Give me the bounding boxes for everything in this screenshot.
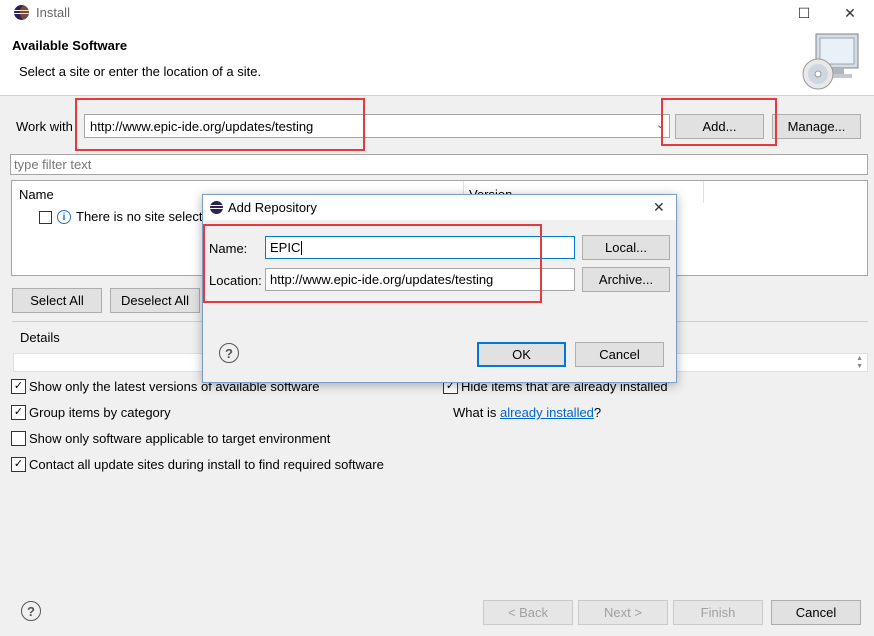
column-divider	[703, 181, 704, 203]
archive-button[interactable]: Archive...	[582, 267, 670, 292]
dialog-close-icon[interactable]: ✕	[653, 199, 665, 216]
details-label: Details	[20, 330, 60, 345]
ok-button[interactable]: OK	[477, 342, 566, 367]
page-title: Available Software	[12, 38, 128, 53]
add-repository-dialog: Add Repository ✕ Name: EPIC Local... Loc…	[202, 194, 677, 383]
dialog-cancel-button[interactable]: Cancel	[575, 342, 664, 367]
scroll-down-icon[interactable]: ▼	[856, 363, 863, 370]
checkbox-applicable[interactable]	[11, 431, 26, 446]
filter-placeholder: type filter text	[14, 157, 92, 172]
option-label: Show only software applicable to target …	[29, 431, 331, 446]
already-installed-link[interactable]: already installed	[500, 405, 594, 420]
what-is-text: What is	[453, 405, 497, 420]
eclipse-icon	[210, 201, 223, 214]
dialog-title-bar: Add Repository ✕	[203, 195, 676, 220]
dialog-title: Add Repository	[228, 200, 317, 215]
maximize-button[interactable]: ☐	[792, 3, 816, 23]
scroll-up-icon[interactable]: ▲	[856, 355, 863, 362]
highlight-work-with	[75, 98, 365, 151]
select-all-button[interactable]: Select All	[12, 288, 102, 313]
help-icon[interactable]: ?	[219, 343, 239, 363]
eclipse-icon	[14, 5, 29, 20]
highlight-add	[661, 98, 777, 146]
local-button[interactable]: Local...	[582, 235, 670, 260]
empty-message: There is no site select	[76, 209, 203, 224]
checkbox-latest[interactable]: ✓	[11, 379, 26, 394]
option-label: Group items by category	[29, 405, 171, 420]
deselect-all-button[interactable]: Deselect All	[110, 288, 200, 313]
title-bar: Install ☐ ✕	[0, 0, 874, 26]
window-title: Install	[36, 5, 70, 20]
question-mark-text: ?	[593, 405, 602, 420]
page-subtitle: Select a site or enter the location of a…	[19, 64, 262, 79]
checkbox-contact[interactable]: ✓	[11, 457, 26, 472]
option-label: Contact all update sites during install …	[29, 457, 384, 472]
close-button[interactable]: ✕	[838, 3, 862, 23]
option-group[interactable]: ✓ Group items by category	[11, 405, 171, 420]
option-applicable[interactable]: Show only software applicable to target …	[11, 431, 330, 446]
next-button[interactable]: Next >	[578, 600, 668, 625]
info-icon: i	[57, 210, 71, 224]
cancel-button[interactable]: Cancel	[771, 600, 861, 625]
help-icon[interactable]: ?	[21, 601, 41, 621]
finish-button[interactable]: Finish	[673, 600, 763, 625]
column-header-name[interactable]: Name	[19, 187, 54, 202]
row-checkbox[interactable]	[39, 211, 52, 224]
install-wizard-icon	[802, 33, 859, 90]
manage-button[interactable]: Manage...	[772, 114, 861, 139]
what-is-installed: What is already installed?	[453, 405, 601, 420]
checkbox-group[interactable]: ✓	[11, 405, 26, 420]
filter-input[interactable]: type filter text	[10, 154, 868, 175]
wizard-header: Available Software Select a site or ente…	[0, 26, 874, 96]
highlight-dialog-fields	[203, 224, 542, 303]
back-button[interactable]: < Back	[483, 600, 573, 625]
option-contact[interactable]: ✓ Contact all update sites during instal…	[11, 457, 384, 472]
work-with-label: Work with	[16, 119, 73, 134]
